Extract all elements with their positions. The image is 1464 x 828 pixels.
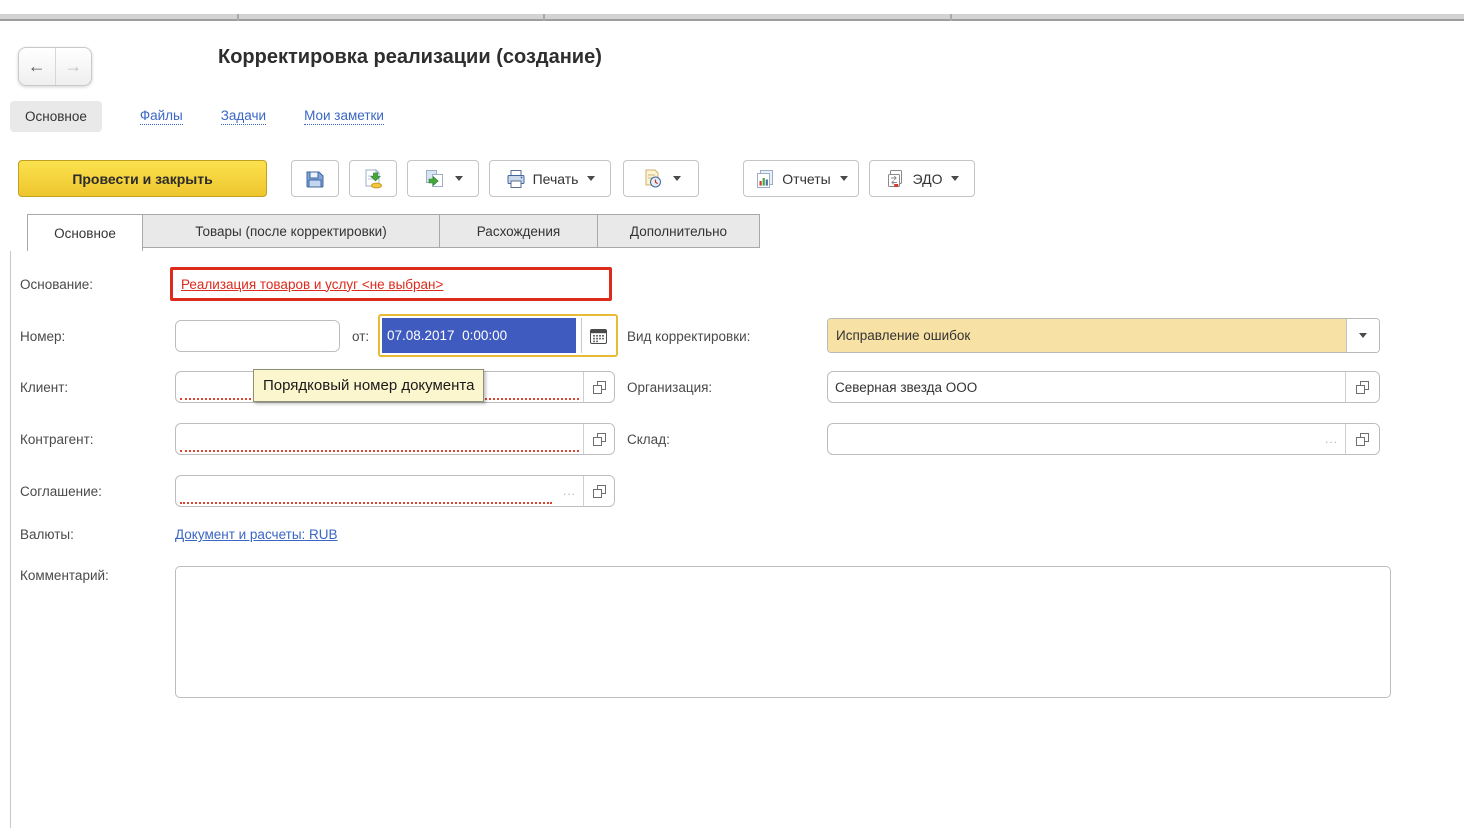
document-tabs: Основное Товары (после корректировки) Ра…: [27, 214, 760, 251]
client-label: Клиент:: [20, 380, 68, 395]
nav-tab-notes[interactable]: Мои заметки: [304, 108, 384, 125]
edo-icon: [885, 168, 907, 190]
create-based-on-icon: [424, 168, 446, 190]
strip-divider: [237, 14, 239, 21]
panel-left-border: [10, 251, 11, 828]
organization-label: Организация:: [627, 380, 712, 395]
back-button[interactable]: ←: [19, 48, 56, 85]
date-from-label: от:: [352, 329, 369, 344]
post-document-button[interactable]: [349, 160, 397, 197]
tab-goods-after-correction[interactable]: Товары (после корректировки): [143, 214, 440, 248]
save-icon: [304, 168, 326, 190]
page-title: Корректировка реализации (создание): [218, 46, 602, 69]
document-clock-icon: [642, 168, 664, 190]
warehouse-choose-button[interactable]: [1346, 424, 1379, 454]
choose-icon: [593, 433, 606, 446]
print-icon: [505, 168, 527, 190]
number-field: [175, 320, 340, 352]
agreement-choose-button[interactable]: [584, 476, 614, 506]
nav-tab-main[interactable]: Основное: [10, 101, 102, 132]
comment-label: Комментарий:: [20, 568, 109, 583]
chevron-down-icon: [587, 176, 595, 181]
tab-additional[interactable]: Дополнительно: [598, 214, 760, 248]
strip-divider: [543, 14, 545, 21]
history-nav: ← →: [18, 47, 92, 86]
reports-icon: [754, 168, 776, 190]
date-input-selected-text[interactable]: 07.08.2017 0:00:00: [382, 318, 576, 353]
create-based-on-button[interactable]: [407, 160, 479, 197]
agreement-field: ...: [175, 475, 615, 507]
agreement-input[interactable]: [176, 476, 556, 506]
agreement-label: Соглашение:: [20, 484, 102, 499]
chevron-down-icon: [455, 176, 463, 181]
correction-type-dropdown-button[interactable]: [1346, 319, 1379, 352]
counterparty-label: Контрагент:: [20, 432, 94, 447]
tooltip-text: Порядковый номер документа: [263, 377, 474, 394]
correction-type-value[interactable]: Исправление ошибок: [828, 319, 1346, 352]
number-tooltip: Порядковый номер документа: [253, 369, 484, 402]
reports-button-label: Отчеты: [782, 171, 830, 187]
correction-type-combobox: Исправление ошибок: [827, 318, 1380, 353]
reports-button[interactable]: Отчеты: [743, 160, 859, 197]
number-label: Номер:: [20, 329, 65, 344]
nav-tab-tasks[interactable]: Задачи: [221, 108, 266, 125]
post-document-icon: [362, 168, 384, 190]
correction-type-label: Вид корректировки:: [627, 329, 750, 344]
tab-main[interactable]: Основное: [27, 214, 143, 251]
warehouse-label: Склад:: [627, 432, 670, 447]
basis-error-frame: Реализация товаров и услуг <не выбран>: [170, 267, 612, 301]
calendar-button[interactable]: [581, 318, 614, 353]
toolbar: Провести и закрыть: [18, 160, 975, 197]
choose-icon: [1356, 433, 1369, 446]
warehouse-field: ...: [827, 423, 1380, 455]
tab-discrepancies[interactable]: Расхождения: [440, 214, 598, 248]
print-button[interactable]: Печать: [489, 160, 611, 197]
warehouse-input[interactable]: [828, 424, 1318, 454]
basis-label: Основание:: [20, 277, 93, 292]
chevron-down-icon: [951, 176, 959, 181]
counterparty-field: [175, 423, 615, 455]
strip-divider: [950, 14, 952, 21]
forward-button[interactable]: →: [56, 48, 92, 85]
document-clock-button[interactable]: [623, 160, 699, 197]
chevron-down-icon: [673, 176, 681, 181]
currencies-label: Валюты:: [20, 527, 74, 542]
counterparty-choose-button[interactable]: [584, 424, 614, 454]
date-field-focused: 07.08.2017 0:00:00: [378, 314, 618, 357]
organization-field: Северная звезда ООО: [827, 371, 1380, 403]
choose-icon: [593, 381, 606, 394]
chevron-down-icon: [1359, 333, 1367, 338]
calendar-icon: [590, 328, 607, 344]
warehouse-ellipsis-button[interactable]: ...: [1318, 424, 1345, 454]
organization-choose-button[interactable]: [1346, 372, 1379, 402]
edo-button-label: ЭДО: [913, 171, 943, 187]
section-nav: Основное Файлы Задачи Мои заметки: [10, 100, 384, 132]
agreement-ellipsis-button[interactable]: ...: [556, 476, 583, 506]
chevron-down-icon: [840, 176, 848, 181]
post-and-close-button[interactable]: Провести и закрыть: [18, 160, 267, 197]
edo-button[interactable]: ЭДО: [869, 160, 975, 197]
basis-link[interactable]: Реализация товаров и услуг <не выбран>: [181, 277, 443, 292]
number-input[interactable]: [176, 321, 340, 351]
comment-textarea[interactable]: [175, 566, 1391, 698]
choose-icon: [1356, 381, 1369, 394]
currencies-link[interactable]: Документ и расчеты: RUB: [175, 527, 338, 542]
window-tab-strip: [0, 14, 1464, 21]
organization-input[interactable]: Северная звезда ООО: [828, 372, 1345, 402]
nav-tab-files[interactable]: Файлы: [140, 108, 183, 125]
choose-icon: [593, 485, 606, 498]
client-choose-button[interactable]: [584, 372, 614, 402]
save-button[interactable]: [291, 160, 339, 197]
print-button-label: Печать: [533, 171, 579, 187]
counterparty-input[interactable]: [176, 424, 583, 454]
